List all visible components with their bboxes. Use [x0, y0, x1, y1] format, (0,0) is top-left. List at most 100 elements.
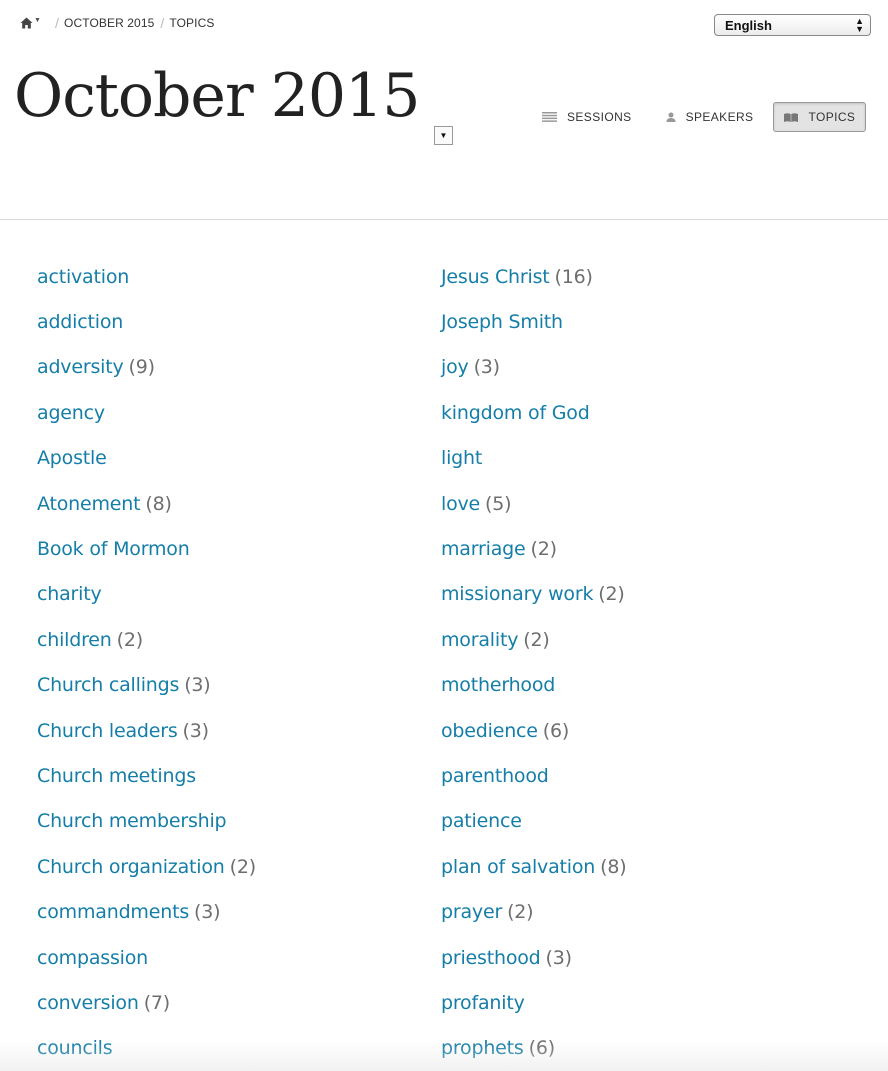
- topic-count: (2): [523, 628, 550, 651]
- header-divider: [0, 219, 888, 220]
- topic-link[interactable]: Apostle: [37, 447, 107, 469]
- topic-link[interactable]: agency: [37, 402, 105, 424]
- topic-link[interactable]: councils: [37, 1037, 113, 1059]
- topic-item: profanity: [441, 980, 845, 1025]
- chevron-down-icon: ▼: [439, 131, 448, 140]
- topic-item: activation: [37, 254, 441, 299]
- topic-count: (16): [554, 265, 593, 288]
- topic-count: (2): [229, 855, 257, 878]
- topic-link[interactable]: love: [441, 493, 480, 515]
- topic-count: (6): [528, 1037, 556, 1060]
- topic-link[interactable]: missionary work: [441, 583, 593, 605]
- topic-item: Joseph Smith: [441, 299, 845, 344]
- topic-item: kingdom of God: [441, 390, 845, 435]
- topic-link[interactable]: prayer: [441, 901, 502, 923]
- person-icon: [666, 112, 676, 122]
- topic-link[interactable]: Jesus Christ: [441, 266, 550, 288]
- topic-link[interactable]: Joseph Smith: [441, 311, 563, 333]
- topic-link[interactable]: profanity: [441, 992, 525, 1014]
- topic-link[interactable]: priesthood: [441, 947, 541, 969]
- topic-item: addiction: [37, 299, 441, 344]
- topic-item: conversion (7): [37, 980, 441, 1025]
- topic-item: Jesus Christ (16): [441, 254, 845, 299]
- topic-link[interactable]: motherhood: [441, 674, 555, 696]
- topic-link[interactable]: Church meetings: [37, 765, 196, 787]
- topic-link[interactable]: children: [37, 629, 112, 651]
- topic-item: Church leaders (3): [37, 708, 441, 753]
- topic-link[interactable]: light: [441, 447, 482, 469]
- topic-count: (3): [184, 674, 211, 697]
- language-select-value: English: [725, 17, 772, 33]
- topic-link[interactable]: kingdom of God: [441, 402, 590, 424]
- topic-item: councils: [37, 1026, 441, 1071]
- topic-link[interactable]: Church callings: [37, 674, 179, 696]
- tab-topics[interactable]: Topics: [773, 102, 867, 132]
- breadcrumb-separator: /: [160, 15, 165, 31]
- topic-link[interactable]: prophets: [441, 1037, 524, 1059]
- select-arrows-icon: ▲ ▼: [855, 16, 864, 34]
- topic-item: parenthood: [441, 753, 845, 798]
- topic-link[interactable]: conversion: [37, 992, 139, 1014]
- topic-link[interactable]: charity: [37, 583, 102, 605]
- tab-speakers-label: Speakers: [685, 110, 754, 124]
- conference-dropdown-button[interactable]: ▼: [434, 126, 453, 145]
- topic-count: (8): [145, 492, 172, 515]
- topic-item: charity: [37, 572, 441, 617]
- topic-item: adversity (9): [37, 345, 441, 390]
- tab-sessions[interactable]: Sessions: [530, 102, 644, 132]
- topic-count: (2): [598, 583, 625, 606]
- tab-sessions-label: Sessions: [567, 110, 632, 124]
- list-icon: [542, 112, 557, 122]
- topic-link[interactable]: addiction: [37, 311, 123, 333]
- topic-item: joy (3): [441, 345, 845, 390]
- topic-link[interactable]: patience: [441, 810, 522, 832]
- topic-link[interactable]: compassion: [37, 947, 148, 969]
- topics-column-left: activation addiction adversity (9) agency Apo…: [37, 254, 441, 1071]
- topic-item: agency: [37, 390, 441, 435]
- topic-link[interactable]: Church leaders: [37, 720, 178, 742]
- topic-count: (7): [143, 991, 171, 1014]
- topic-count: (6): [542, 719, 570, 742]
- breadcrumb-current: Topics: [169, 16, 215, 30]
- breadcrumb-conference[interactable]: October 2015: [64, 16, 154, 30]
- topic-count: (3): [194, 901, 221, 924]
- topic-item: motherhood: [441, 663, 845, 708]
- topic-count: (2): [530, 538, 558, 561]
- topic-item: Book of Mormon: [37, 526, 441, 571]
- topic-item: Church callings (3): [37, 663, 441, 708]
- topic-count: (2): [116, 628, 144, 651]
- topics-column-right: Jesus Christ (16) Joseph Smith joy (3) kingdo…: [441, 254, 845, 1071]
- topic-link[interactable]: marriage: [441, 538, 526, 560]
- topic-item: light: [441, 436, 845, 481]
- topic-item: Church organization (2): [37, 844, 441, 889]
- topic-link[interactable]: morality: [441, 629, 518, 651]
- topic-link[interactable]: Church membership: [37, 810, 227, 832]
- topic-count: (8): [600, 855, 627, 878]
- topic-link[interactable]: parenthood: [441, 765, 549, 787]
- tab-speakers[interactable]: Speakers: [654, 102, 766, 132]
- home-menu-button[interactable]: ▼: [20, 17, 41, 29]
- topic-link[interactable]: joy: [441, 356, 469, 378]
- topics-list: activation addiction adversity (9) agency Apo…: [37, 254, 845, 1071]
- chevron-down-icon: ▼: [34, 17, 42, 24]
- topic-item: obedience (6): [441, 708, 845, 753]
- topic-count: (3): [182, 719, 210, 742]
- topic-item: Apostle: [37, 436, 441, 481]
- topic-count: (2): [507, 901, 534, 924]
- topic-item: Atonement (8): [37, 481, 441, 526]
- breadcrumb-separator: /: [55, 15, 60, 31]
- topic-link[interactable]: activation: [37, 266, 129, 288]
- topic-link[interactable]: obedience: [441, 720, 538, 742]
- topic-count: (3): [473, 356, 501, 379]
- topic-item: missionary work (2): [441, 572, 845, 617]
- topic-item: priesthood (3): [441, 935, 845, 980]
- topic-item: compassion: [37, 935, 441, 980]
- language-select[interactable]: English ▲ ▼: [714, 14, 871, 36]
- topic-link[interactable]: commandments: [37, 901, 189, 923]
- topic-item: commandments (3): [37, 889, 441, 934]
- topic-link[interactable]: Atonement: [37, 493, 141, 515]
- topic-link[interactable]: adversity: [37, 356, 124, 378]
- topic-link[interactable]: Book of Mormon: [37, 538, 190, 560]
- topic-link[interactable]: Church organization: [37, 856, 225, 878]
- topic-link[interactable]: plan of salvation: [441, 856, 595, 878]
